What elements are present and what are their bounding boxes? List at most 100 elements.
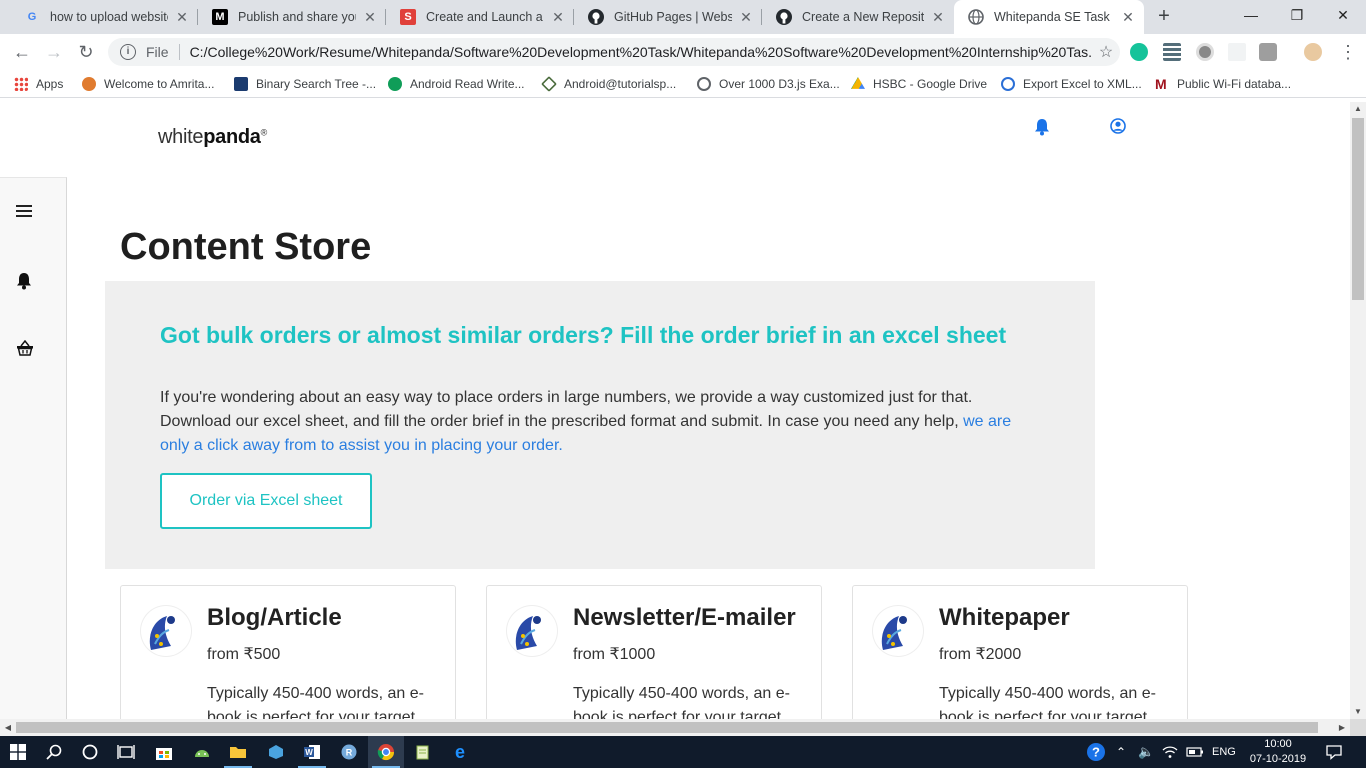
whitepanda-logo[interactable]: whitepanda® [158,126,267,149]
scroll-left-arrow-icon[interactable]: ◀ [0,719,16,736]
bookmark-item[interactable]: Export Excel to XML... [1001,75,1142,93]
horizontal-scroll-thumb[interactable] [16,722,1318,733]
bst-icon [234,77,248,91]
bookmark-item[interactable]: Over 1000 D3.js Exa... [697,75,840,93]
bookmark-label: Export Excel to XML... [1023,77,1142,91]
bookmark-item[interactable]: Binary Search Tree -... [234,75,376,93]
logo-mark: ® [260,127,268,138]
tab-close-icon[interactable]: ✕ [362,9,378,25]
minimize-icon[interactable]: — [1228,0,1274,30]
scroll-up-arrow-icon[interactable]: ▲ [1350,102,1366,116]
tab-close-icon[interactable]: ✕ [550,9,566,25]
sidebar-bell-icon[interactable] [16,272,36,292]
content-card-blog[interactable]: Blog/Article from ₹500 Typically 450-400… [120,585,456,719]
task-view-icon[interactable] [108,736,144,768]
bookmark-label: Binary Search Tree -... [256,77,377,91]
card-price: from ₹1000 [573,646,656,663]
shopping-basket-icon[interactable] [16,339,36,360]
profile-avatar-icon[interactable] [1304,43,1322,61]
tab-close-icon[interactable]: ✕ [174,9,190,25]
3d-viewer-icon[interactable] [258,736,294,768]
tutorialspoint-icon [541,76,557,92]
browser-tab[interactable]: GitHub Pages | Website ✕ [574,0,762,34]
peacock-icon [507,606,557,656]
browser-tab[interactable]: S Create and Launch a W ✕ [386,0,574,34]
scroll-down-arrow-icon[interactable]: ▼ [1350,705,1366,719]
peacock-icon [141,606,191,656]
bookmark-item[interactable]: HSBC - Google Drive [851,75,987,93]
strikingly-icon: S [400,9,416,25]
store-icon[interactable] [146,736,182,768]
bookmark-label: Welcome to Amrita... [104,77,215,91]
battery-icon[interactable] [1186,736,1204,768]
vertical-scrollbar[interactable]: ▲ ▼ [1350,102,1366,719]
card-description: Typically 450-400 words, an e-book is pe… [573,685,790,719]
back-arrow-icon[interactable]: ← [10,40,34,64]
word-icon[interactable]: W [294,736,330,768]
vertical-scroll-thumb[interactable] [1352,118,1364,300]
content-card-whitepaper[interactable]: Whitepaper from ₹2000 Typically 450-400 … [852,585,1188,719]
edge-icon[interactable]: e [442,736,478,768]
browser-tab[interactable]: M Publish and share your ✕ [198,0,386,34]
medium-icon: M [212,9,228,25]
url-text[interactable]: C:/College%20Work/Resume/Whitepanda/Soft… [190,44,1092,60]
android-studio-icon[interactable] [184,736,220,768]
restore-icon[interactable]: ❐ [1274,0,1320,30]
tab-close-icon[interactable]: ✕ [930,9,946,25]
github-icon [588,9,604,25]
horizontal-scrollbar[interactable]: ◀ ▶ [0,719,1350,736]
browser-tab-strip: G how to upload website ✕ M Publish and … [0,0,1366,34]
info-icon[interactable]: i [120,44,136,60]
peacock-icon [873,606,923,656]
volume-icon[interactable]: 🔈 [1138,736,1154,768]
reload-icon[interactable]: ↻ [74,40,98,64]
bookmark-item[interactable]: Android@tutorialsp... [541,75,676,93]
browser-tab[interactable]: G how to upload website ✕ [10,0,198,34]
google-icon: G [27,11,37,23]
wifi-icon[interactable] [1162,736,1178,768]
bookmark-star-icon[interactable]: ☆ [1092,42,1120,62]
page-title: Content Store [120,226,372,268]
bookmark-item[interactable]: Android Read Write... [388,75,525,93]
grammarly-icon[interactable] [1130,43,1148,61]
user-account-icon[interactable] [1110,118,1126,134]
action-center-icon[interactable] [1326,736,1342,768]
tab-close-icon[interactable]: ✕ [1120,9,1136,25]
notification-bell-icon[interactable] [1034,118,1050,136]
cortana-icon[interactable] [72,736,108,768]
tab-close-icon[interactable]: ✕ [738,9,754,25]
r-studio-icon[interactable]: R [331,736,367,768]
clock-time: 10:00 [1264,738,1292,750]
content-card-newsletter[interactable]: Newsletter/E-mailer from ₹1000 Typically… [486,585,822,719]
extension-blank-icon[interactable] [1228,43,1246,61]
new-tab-button[interactable]: + [1152,5,1176,29]
address-bar[interactable]: i File C:/College%20Work/Resume/Whitepan… [108,38,1120,66]
tray-chevron-up-icon[interactable]: ⌃ [1116,736,1126,768]
bookmark-item[interactable]: M Public Wi-Fi databa... [1155,75,1291,93]
extension-circle-icon[interactable] [1196,43,1214,61]
order-via-excel-button[interactable]: Order via Excel sheet [160,473,372,529]
browser-tab-active[interactable]: Whitepanda SE Task by ✕ [954,0,1144,34]
file-explorer-icon[interactable] [220,736,256,768]
taskbar-clock[interactable]: 10:00 07-10-2019 [1244,737,1312,767]
tab-title: Create and Launch a W [426,10,544,24]
bookmark-item[interactable]: Welcome to Amrita... [82,75,214,93]
scroll-right-arrow-icon[interactable]: ▶ [1334,719,1350,736]
clock-date: 07-10-2019 [1249,753,1307,765]
more-menu-icon[interactable]: ⋮ [1336,40,1360,64]
bookmark-apps[interactable]: Apps [14,75,63,93]
close-window-icon[interactable]: ✕ [1320,0,1366,30]
language-indicator[interactable]: ENG [1212,736,1236,768]
search-icon[interactable] [36,736,72,768]
forward-arrow-icon[interactable]: → [42,40,66,64]
windows-start-icon[interactable] [0,736,36,768]
card-title: Blog/Article [207,604,342,631]
help-icon[interactable]: ? [1086,736,1106,768]
browser-tab[interactable]: Create a New Repositor ✕ [762,0,954,34]
database-extension-icon[interactable] [1163,43,1181,61]
hamburger-menu-icon[interactable] [16,204,36,224]
chrome-taskbar-icon[interactable] [368,736,404,768]
globe-icon [968,9,984,25]
notepad-icon[interactable] [405,736,441,768]
cube-extension-icon[interactable] [1259,43,1277,61]
